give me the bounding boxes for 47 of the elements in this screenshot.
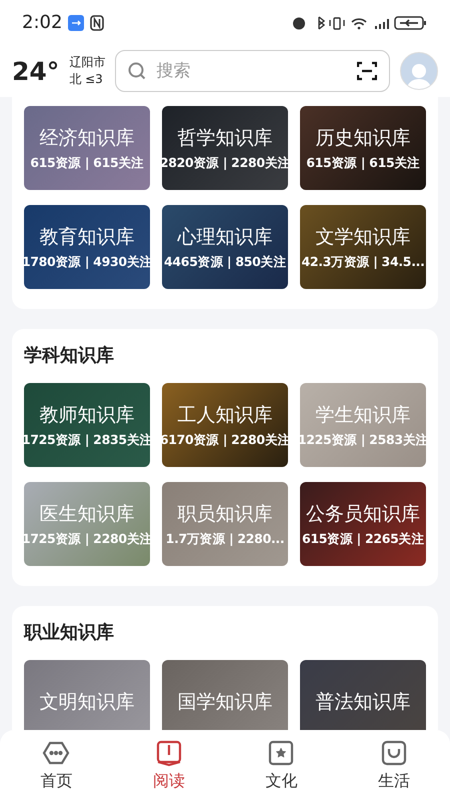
section-title: 学科知识库 — [24, 344, 115, 367]
scan-icon[interactable] — [357, 61, 377, 81]
nav-tab[interactable]: 文化 — [241, 738, 322, 792]
tile-title: 文明知识库 — [40, 690, 134, 715]
tile-title: 心理知识库 — [178, 224, 272, 250]
tile-title: 历史知识库 — [316, 126, 410, 150]
tile-title: 教育知识库 — [40, 224, 134, 250]
wind-level: 北 ≤3 — [69, 71, 104, 88]
library-tile[interactable]: 国学知识库 — [162, 660, 288, 730]
tile-title: 哲学知识库 — [178, 126, 272, 150]
tile-stats: 615资源 | 615关注 — [306, 154, 420, 172]
tile-stats: 1.7万资源 | 2280... — [166, 530, 284, 548]
nfc-icon — [90, 14, 104, 30]
nav-tab[interactable]: 阅读 — [128, 738, 209, 792]
section-title: 职业知识库 — [24, 621, 115, 644]
city-name: 辽阳市 — [69, 54, 106, 71]
tile-stats: 42.3万资源 | 34.5... — [301, 254, 425, 270]
status-time: 2:02 — [22, 12, 62, 33]
tile-title: 国学知识库 — [178, 690, 272, 715]
tile-title: 公务员知识库 — [306, 502, 420, 526]
tile-stats: 615资源 | 2265关注 — [302, 530, 424, 548]
library-tile[interactable]: 经济知识库 615资源 | 615关注 — [24, 106, 150, 190]
star-square-icon — [267, 738, 296, 766]
tile-title: 经济知识库 — [40, 126, 134, 150]
library-tile[interactable]: 普法知识库 — [300, 660, 426, 730]
smile-square-icon — [380, 738, 408, 766]
tile-title: 工人知识库 — [178, 402, 272, 428]
library-tile[interactable]: 公务员知识库 615资源 | 2265关注 — [300, 482, 426, 566]
tile-title: 普法知识库 — [316, 690, 410, 715]
search-bar[interactable]: 搜索 — [115, 50, 390, 92]
tile-title: 教师知识库 — [40, 402, 134, 428]
tile-title: 学生知识库 — [316, 402, 410, 428]
library-tile[interactable]: 心理知识库 4465资源 | 850关注 — [162, 205, 288, 289]
tile-title: 文学知识库 — [316, 224, 410, 250]
library-tile[interactable]: 历史知识库 615资源 | 615关注 — [300, 106, 426, 190]
tile-stats: 4465资源 | 850关注 — [164, 254, 286, 270]
tile-title: 医生知识库 — [40, 502, 134, 526]
tile-title: 职员知识库 — [178, 502, 272, 526]
book-icon — [154, 738, 183, 766]
temperature: 24° — [12, 56, 60, 86]
search-field[interactable]: 搜索 — [154, 60, 349, 82]
library-tile[interactable]: 文学知识库 42.3万资源 | 34.5... — [300, 205, 426, 289]
tile-stats: 615资源 | 615关注 — [30, 154, 144, 172]
nav-tab[interactable]: 生活 — [354, 738, 434, 792]
nav-tab[interactable]: 首页 — [16, 738, 96, 792]
search-icon — [128, 62, 146, 80]
library-tile[interactable]: 文明知识库 — [24, 660, 150, 730]
